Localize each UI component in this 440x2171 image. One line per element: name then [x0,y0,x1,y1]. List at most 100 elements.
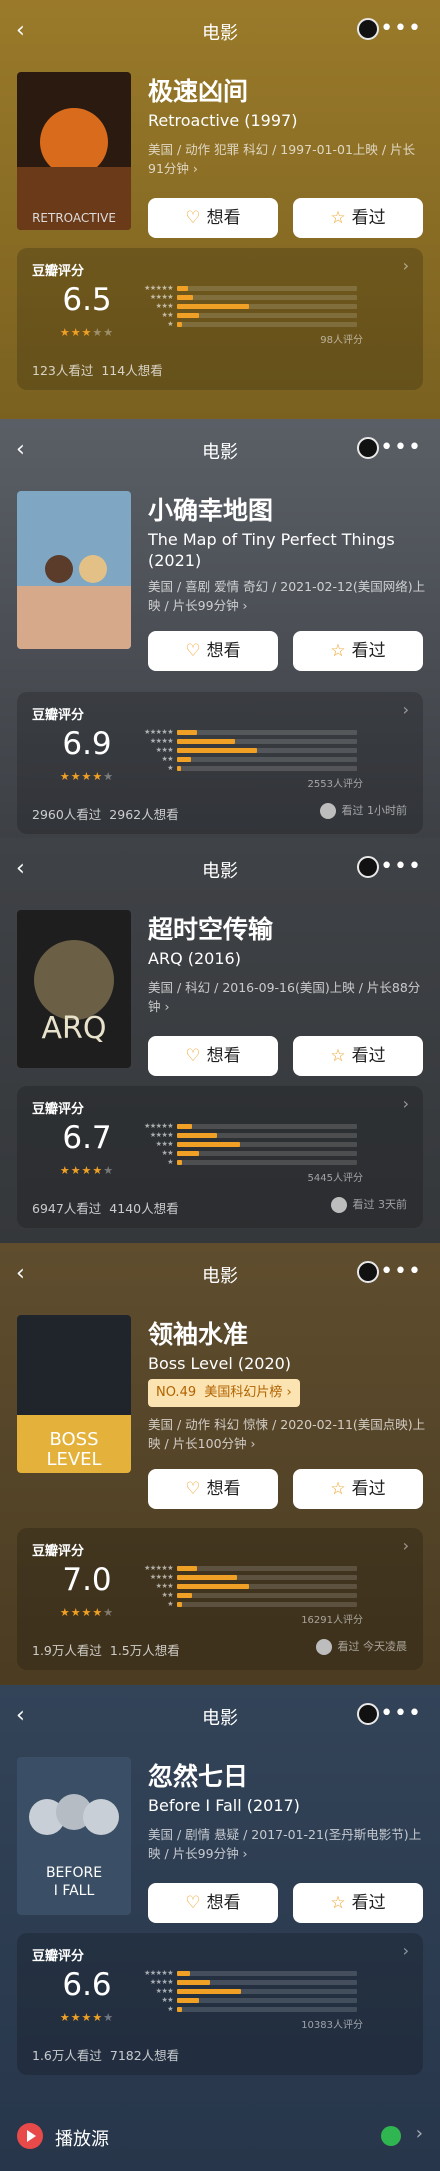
play-icon [17,2123,43,2149]
want-to-see-button[interactable]: ♡ 想看 [148,1883,278,1923]
heart-icon: ♡ [185,1046,201,1066]
movie-title: 超时空传输 [148,915,274,944]
movie-subtitle: Boss Level (2020) [148,1354,292,1373]
poster-image[interactable]: ARQ [17,910,131,1068]
rating-stars: ★★★★★ [59,1606,115,1619]
play-source-row[interactable]: 播放源 › [17,2117,427,2157]
want-to-see-button[interactable]: ♡ 想看 [148,1036,278,1076]
chevron-right-icon: › [402,1536,409,1555]
nav-bar: ‹ 电影 ••• [0,419,440,481]
rating-stars: ★★★★★ [59,326,115,339]
svg-text:BOSS: BOSS [49,1429,98,1450]
seen-wish-counts[interactable]: 1.9万人看过 1.5万人想看 [32,1640,180,1659]
nav-bar: ‹ 电影 ••• [0,0,440,62]
rating-count: 5445人评分 [307,1173,363,1184]
rating-count: 16291人评分 [301,1615,363,1626]
friend-avatar [319,803,336,819]
rating-card[interactable]: 豆瓣评分 › 6.5 ★★★★★ ★★★★★ ★★★★ ★★★ ★★ ★ 98人… [17,248,423,390]
rating-card[interactable]: 豆瓣评分 › 6.9 ★★★★★ ★★★★★ ★★★★ ★★★ ★★ ★ 255… [17,692,423,834]
seen-wish-counts[interactable]: 2960人看过 2962人想看 [32,804,179,823]
svg-text:LEVEL: LEVEL [46,1449,101,1470]
rating-score: 6.5 [62,282,112,318]
nav-bar: ‹ 电影 ••• [0,1685,440,1747]
star-outline-icon: ☆ [330,1893,346,1913]
rating-count: 2553人评分 [307,779,363,790]
rating-stars: ★★★★★ [59,770,115,783]
avatar[interactable] [357,18,379,40]
star-outline-icon: ☆ [330,641,346,661]
more-icon[interactable]: ••• [380,1701,422,1726]
rating-card[interactable]: 豆瓣评分 › 6.6 ★★★★★ ★★★★★ ★★★★ ★★★ ★★ ★ 103… [17,1933,423,2075]
more-icon[interactable]: ••• [380,1259,422,1284]
rating-card[interactable]: 豆瓣评分 › 7.0 ★★★★★ ★★★★★ ★★★★ ★★★ ★★ ★ 162… [17,1528,423,1670]
seen-wish-counts[interactable]: 1.6万人看过 7182人想看 [32,2045,179,2064]
movie-title: 极速凶间 [148,77,249,106]
more-icon[interactable]: ••• [380,16,422,41]
rating-label: 豆瓣评分 [32,1949,85,1964]
seen-wish-counts[interactable]: 123人看过 114人想看 [32,360,163,379]
nav-bar: ‹ 电影 ••• [0,838,440,900]
friend-activity[interactable]: 看过 今天凌晨 [315,1638,407,1655]
friend-avatar [330,1197,347,1213]
seen-wish-counts[interactable]: 6947人看过 4140人想看 [32,1198,179,1217]
movie-meta[interactable]: 美国 / 动作 科幻 惊悚 / 2020-02-11(美国点映)上映 / 片长1… [148,1415,428,1453]
movie-screen-4: ‹ 电影 ••• BOSS LEVEL 领袖水准 Boss Level (2020… [0,1243,440,1685]
chevron-right-icon: › [415,2123,423,2144]
rating-count: 10383人评分 [301,2020,363,2031]
movie-title: 小确幸地图 [148,496,274,525]
star-outline-icon: ☆ [330,208,346,228]
movie-subtitle: ARQ (2016) [148,949,241,968]
chevron-right-icon: › [402,700,409,719]
more-icon[interactable]: ••• [380,435,422,460]
star-outline-icon: ☆ [330,1046,346,1066]
poster-image[interactable] [17,491,131,649]
ranking-badge[interactable]: NO.49 美国科幻片榜 › [148,1379,300,1407]
rating-card[interactable]: 豆瓣评分 › 6.7 ★★★★★ ★★★★★ ★★★★ ★★★ ★★ ★ 544… [17,1086,423,1228]
want-to-see-button[interactable]: ♡ 想看 [148,1469,278,1509]
poster-image[interactable]: BEFORE I FALL [17,1757,131,1915]
have-seen-button[interactable]: ☆ 看过 [293,198,423,238]
heart-icon: ♡ [185,641,201,661]
want-to-see-button[interactable]: ♡ 想看 [148,198,278,238]
movie-subtitle: Before I Fall (2017) [148,1796,300,1815]
movie-meta[interactable]: 美国 / 剧情 悬疑 / 2017-01-21(圣丹斯电影节)上映 / 片长99… [148,1825,428,1863]
friend-activity[interactable]: 看过 3天前 [330,1196,407,1213]
have-seen-button[interactable]: ☆ 看过 [293,1883,423,1923]
movie-meta[interactable]: 美国 / 科幻 / 2016-09-16(美国)上映 / 片长88分钟 › [148,978,428,1016]
more-icon[interactable]: ••• [380,854,422,879]
chevron-right-icon: › [402,1941,409,1960]
rating-stars: ★★★★★ [59,1164,115,1177]
poster-image[interactable]: BOSS LEVEL [17,1315,131,1473]
have-seen-button[interactable]: ☆ 看过 [293,1469,423,1509]
movie-meta[interactable]: 美国 / 喜剧 爱情 奇幻 / 2021-02-12(美国网络)上映 / 片长9… [148,577,428,615]
avatar[interactable] [357,1703,379,1725]
avatar[interactable] [357,856,379,878]
heart-icon: ♡ [185,208,201,228]
poster-image[interactable]: RETROACTIVE [17,72,131,230]
want-to-see-button[interactable]: ♡ 想看 [148,631,278,671]
movie-subtitle: Retroactive (1997) [148,111,298,130]
movie-screen-2: ‹ 电影 ••• 小确幸地图 The Map of Tiny Perfect T… [0,419,440,838]
rating-score: 6.6 [62,1967,112,2003]
rating-label: 豆瓣评分 [32,708,85,723]
friend-avatar [315,1639,332,1655]
friend-activity[interactable]: 看过 1小时前 [319,802,407,819]
rating-score: 6.9 [62,726,112,762]
rating-label: 豆瓣评分 [32,264,85,279]
svg-text:ARQ: ARQ [42,1011,107,1046]
chevron-right-icon: › [402,256,409,275]
movie-screen-3: ‹ 电影 ••• ARQ 超时空传输 ARQ (2016) 美国 / 科幻 / … [0,838,440,1243]
rating-distribution: ★★★★★ ★★★★ ★★★ ★★ ★ [139,1122,357,1167]
rating-distribution: ★★★★★ ★★★★ ★★★ ★★ ★ [139,1969,357,2014]
avatar[interactable] [357,1261,379,1283]
play-source-label: 播放源 [55,2129,109,2150]
rating-label: 豆瓣评分 [32,1544,85,1559]
movie-meta[interactable]: 美国 / 动作 犯罪 科幻 / 1997-01-01上映 / 片长91分钟 › [148,140,428,178]
rating-score: 7.0 [62,1562,112,1598]
rating-score: 6.7 [62,1120,112,1156]
have-seen-button[interactable]: ☆ 看过 [293,1036,423,1076]
avatar[interactable] [357,437,379,459]
chevron-right-icon: › [402,1094,409,1113]
have-seen-button[interactable]: ☆ 看过 [293,631,423,671]
rating-distribution: ★★★★★ ★★★★ ★★★ ★★ ★ [139,728,357,773]
